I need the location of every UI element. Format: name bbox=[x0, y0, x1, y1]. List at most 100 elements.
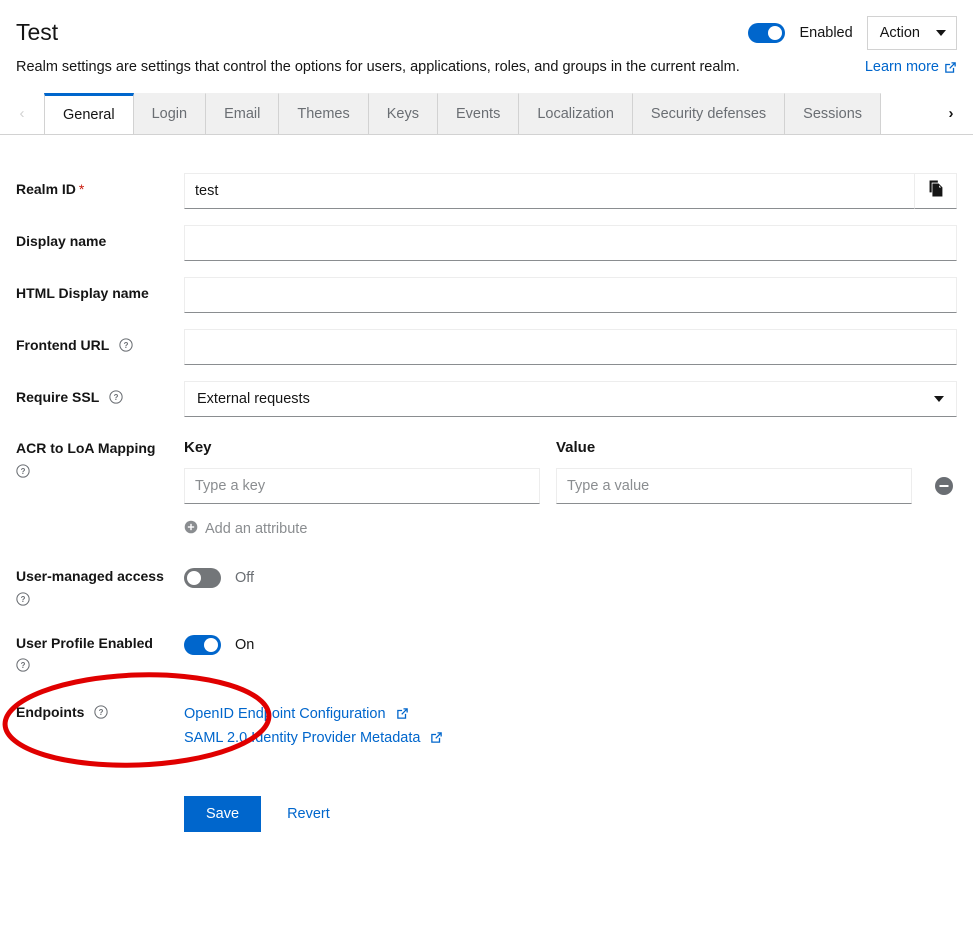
user-managed-access-label: User-managed access ? bbox=[16, 565, 184, 606]
required-marker: * bbox=[79, 181, 84, 197]
endpoints-link-list: OpenID Endpoint Configuration SAML 2.0 I… bbox=[184, 702, 957, 750]
display-name-label: Display name bbox=[16, 225, 184, 252]
header-top-row: Test Enabled Action bbox=[16, 16, 957, 50]
require-ssl-selected-value: External requests bbox=[197, 391, 310, 407]
add-attribute-label: Add an attribute bbox=[205, 521, 307, 537]
action-dropdown-label: Action bbox=[880, 25, 920, 41]
saml-idp-metadata-link[interactable]: SAML 2.0 Identity Provider Metadata bbox=[184, 726, 957, 750]
chevron-down-icon bbox=[936, 30, 946, 36]
tab-localization[interactable]: Localization bbox=[519, 93, 633, 134]
action-dropdown-button[interactable]: Action bbox=[867, 16, 957, 50]
attribute-value-input[interactable] bbox=[556, 468, 912, 504]
saml-idp-metadata-label: SAML 2.0 Identity Provider Metadata bbox=[184, 730, 420, 746]
tab-events[interactable]: Events bbox=[438, 93, 519, 134]
endpoints-label-text: Endpoints bbox=[16, 704, 84, 720]
toggle-knob bbox=[768, 26, 782, 40]
field-row-html-display-name: HTML Display name bbox=[16, 277, 957, 313]
user-profile-enabled-label-text: User Profile Enabled bbox=[16, 635, 153, 651]
page-subtitle: Realm settings are settings that control… bbox=[16, 59, 740, 75]
tabs-viewport: General Login Email Themes Keys Events L… bbox=[44, 93, 929, 134]
tab-sessions[interactable]: Sessions bbox=[785, 93, 881, 134]
tab-keys[interactable]: Keys bbox=[369, 93, 438, 134]
endpoints-label: Endpoints ? bbox=[16, 702, 184, 723]
page-title: Test bbox=[16, 19, 58, 47]
acr-to-loa-field-cell: Key Value Add an attribute bbox=[184, 439, 957, 539]
revert-button[interactable]: Revert bbox=[273, 796, 344, 832]
help-circle-icon[interactable]: ? bbox=[109, 390, 123, 404]
realm-id-field-cell bbox=[184, 173, 957, 209]
field-row-display-name: Display name bbox=[16, 225, 957, 261]
require-ssl-field-cell: External requests bbox=[184, 381, 957, 417]
attribute-table-header: Key Value bbox=[184, 439, 957, 456]
require-ssl-select[interactable]: External requests bbox=[184, 381, 957, 417]
svg-text:?: ? bbox=[21, 467, 26, 476]
tab-scroll-right-button[interactable]: › bbox=[929, 93, 973, 134]
tab-label: Login bbox=[152, 106, 187, 122]
tab-bar: ‹ General Login Email Themes Keys Events… bbox=[0, 93, 973, 135]
field-row-realm-id: Realm ID* bbox=[16, 173, 957, 209]
tab-label: Themes bbox=[297, 106, 349, 122]
realm-enabled-toggle[interactable] bbox=[748, 23, 785, 43]
copy-realm-id-button[interactable] bbox=[914, 173, 957, 209]
copy-icon bbox=[927, 180, 944, 202]
realm-id-input-group bbox=[184, 173, 957, 209]
tab-security-defenses[interactable]: Security defenses bbox=[633, 93, 785, 134]
html-display-name-field-cell bbox=[184, 277, 957, 313]
svg-text:?: ? bbox=[124, 341, 129, 350]
frontend-url-input[interactable] bbox=[184, 329, 957, 365]
help-circle-icon[interactable]: ? bbox=[94, 705, 108, 719]
tab-scroll-left-button[interactable]: ‹ bbox=[0, 93, 44, 134]
attribute-key-header: Key bbox=[184, 439, 556, 456]
openid-endpoint-configuration-label: OpenID Endpoint Configuration bbox=[184, 706, 386, 722]
user-managed-access-toggle[interactable] bbox=[184, 568, 221, 588]
svg-text:?: ? bbox=[99, 708, 104, 717]
tab-email[interactable]: Email bbox=[206, 93, 279, 134]
display-name-input[interactable] bbox=[184, 225, 957, 261]
tab-label: General bbox=[63, 107, 115, 123]
frontend-url-label: Frontend URL ? bbox=[16, 329, 184, 356]
frontend-url-label-text: Frontend URL bbox=[16, 337, 109, 353]
user-managed-access-label-text: User-managed access bbox=[16, 568, 164, 584]
remove-attribute-button[interactable] bbox=[934, 476, 954, 496]
field-row-user-managed-access: User-managed access ? Off bbox=[16, 565, 957, 606]
user-profile-enabled-toggle[interactable] bbox=[184, 635, 221, 655]
attribute-row bbox=[184, 468, 957, 504]
help-circle-icon[interactable]: ? bbox=[16, 658, 184, 672]
general-settings-form: Realm ID* Display name bbox=[0, 135, 973, 832]
add-attribute-button[interactable]: Add an attribute bbox=[184, 520, 307, 538]
user-managed-access-switch-cell: Off bbox=[184, 565, 254, 588]
field-row-require-ssl: Require SSL ? External requests bbox=[16, 381, 957, 417]
realm-id-input[interactable] bbox=[184, 173, 914, 209]
html-display-name-label: HTML Display name bbox=[16, 277, 184, 304]
header-actions: Enabled Action bbox=[748, 16, 957, 50]
form-actions: Save Revert bbox=[16, 796, 957, 832]
tab-label: Security defenses bbox=[651, 106, 766, 122]
external-link-icon bbox=[396, 707, 409, 720]
learn-more-link[interactable]: Learn more bbox=[865, 59, 957, 75]
tab-login[interactable]: Login bbox=[134, 93, 206, 134]
save-button[interactable]: Save bbox=[184, 796, 261, 832]
field-row-acr-to-loa: ACR to LoA Mapping ? Key Value bbox=[16, 439, 957, 539]
tab-themes[interactable]: Themes bbox=[279, 93, 368, 134]
caret-down-icon bbox=[934, 396, 944, 402]
help-circle-icon[interactable]: ? bbox=[16, 464, 184, 478]
attribute-value-header: Value bbox=[556, 439, 595, 456]
frontend-url-field-cell bbox=[184, 329, 957, 365]
attribute-key-cell bbox=[184, 468, 540, 504]
help-circle-icon[interactable]: ? bbox=[16, 592, 184, 606]
user-managed-access-state: Off bbox=[235, 570, 254, 586]
svg-text:?: ? bbox=[113, 393, 118, 402]
help-circle-icon[interactable]: ? bbox=[119, 338, 133, 352]
acr-to-loa-label-text: ACR to LoA Mapping bbox=[16, 440, 155, 456]
realm-id-label: Realm ID* bbox=[16, 173, 184, 200]
tab-general[interactable]: General bbox=[44, 93, 134, 134]
openid-endpoint-configuration-link[interactable]: OpenID Endpoint Configuration bbox=[184, 702, 957, 726]
tab-label: Keys bbox=[387, 106, 419, 122]
attribute-key-input[interactable] bbox=[184, 468, 540, 504]
tab-label: Events bbox=[456, 106, 500, 122]
plus-circle-icon bbox=[184, 520, 198, 538]
field-row-user-profile-enabled: User Profile Enabled ? On bbox=[16, 632, 957, 673]
svg-text:?: ? bbox=[21, 595, 26, 604]
external-link-icon bbox=[430, 731, 443, 744]
html-display-name-input[interactable] bbox=[184, 277, 957, 313]
